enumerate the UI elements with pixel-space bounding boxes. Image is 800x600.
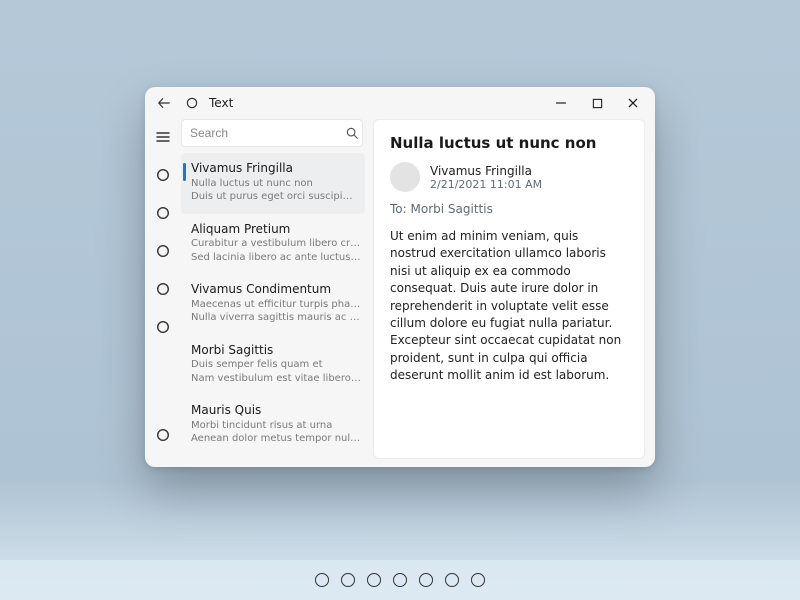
- taskbar-item[interactable]: [367, 573, 381, 587]
- minimize-button[interactable]: [543, 89, 579, 117]
- list-item-subtitle: Curabitur a vestibulum libero cras: [191, 237, 361, 251]
- app-window: Text: [145, 87, 655, 467]
- hamburger-icon[interactable]: [153, 127, 173, 147]
- message-list: Vivamus FringillaNulla luctus ut nunc no…: [181, 153, 371, 459]
- app-icon: [181, 92, 203, 114]
- taskbar-item[interactable]: [393, 573, 407, 587]
- nav-item-3[interactable]: [153, 241, 173, 261]
- nav-item-5[interactable]: [153, 317, 173, 337]
- detail-title: Nulla luctus ut nunc non: [390, 134, 628, 152]
- list-item[interactable]: Aliquam PretiumCurabitur a vestibulum li…: [181, 214, 371, 275]
- detail-body: Ut enim ad minim veniam, quis nostrud ex…: [390, 228, 628, 385]
- taskbar-item[interactable]: [315, 573, 329, 587]
- taskbar-item[interactable]: [445, 573, 459, 587]
- close-button[interactable]: [615, 89, 651, 117]
- list-item-preview: Aenean dolor metus tempor nulla ac dapib…: [191, 432, 361, 446]
- list-item[interactable]: Mauris QuisMorbi tincidunt risus at urna…: [181, 395, 371, 456]
- nav-item-1[interactable]: [153, 165, 173, 185]
- detail-to: To: Morbi Sagittis: [390, 202, 628, 216]
- list-item-title: Vivamus Condimentum: [191, 282, 361, 298]
- nav-rail: [145, 119, 181, 459]
- list-item-subtitle: Duis semper felis quam et: [191, 358, 361, 372]
- list-item-preview: Sed lacinia libero ac ante luctus nec in…: [191, 251, 361, 265]
- avatar: [390, 162, 420, 192]
- list-item-preview: Nulla viverra sagittis mauris ac convall…: [191, 311, 361, 325]
- list-item-preview: Nam vestibulum est vitae libero finibus …: [191, 372, 361, 386]
- list-item-title: Vivamus Fringilla: [191, 161, 355, 177]
- taskbar: [0, 560, 800, 600]
- search-field[interactable]: [181, 119, 363, 147]
- taskbar-item[interactable]: [419, 573, 433, 587]
- list-item-subtitle: Maecenas ut efficitur turpis phasellus: [191, 298, 361, 312]
- list-item[interactable]: Vivamus FringillaNulla luctus ut nunc no…: [181, 153, 365, 214]
- taskbar-item[interactable]: [341, 573, 355, 587]
- detail-pane: Nulla luctus ut nunc non Vivamus Fringil…: [373, 119, 645, 459]
- window-title: Text: [209, 96, 233, 110]
- list-item[interactable]: Nulla ErosCras sit amet velit anteEtiam …: [181, 456, 371, 459]
- list-item-subtitle: Nulla luctus ut nunc non: [191, 177, 355, 191]
- list-item-title: Mauris Quis: [191, 403, 361, 419]
- nav-item-4[interactable]: [153, 279, 173, 299]
- list-item-preview: Duis ut purus eget orci suscipit malesua…: [191, 190, 355, 204]
- search-input[interactable]: [190, 126, 345, 140]
- list-item[interactable]: Morbi SagittisDuis semper felis quam etN…: [181, 335, 371, 396]
- detail-sender: Vivamus Fringilla: [430, 164, 542, 178]
- list-item[interactable]: Vivamus CondimentumMaecenas ut efficitur…: [181, 274, 371, 335]
- list-item-subtitle: Morbi tincidunt risus at urna: [191, 419, 361, 433]
- list-item-title: Morbi Sagittis: [191, 343, 361, 359]
- detail-to-value: Morbi Sagittis: [411, 202, 493, 216]
- list-item-title: Aliquam Pretium: [191, 222, 361, 238]
- message-list-column: Vivamus FringillaNulla luctus ut nunc no…: [181, 119, 371, 459]
- nav-item-2[interactable]: [153, 203, 173, 223]
- nav-item-bottom[interactable]: [153, 425, 173, 445]
- detail-to-label: To:: [390, 202, 407, 216]
- titlebar: Text: [145, 87, 655, 119]
- search-icon: [345, 126, 359, 140]
- back-button[interactable]: [153, 92, 175, 114]
- detail-date: 2/21/2021 11:01 AM: [430, 178, 542, 191]
- taskbar-item[interactable]: [471, 573, 485, 587]
- maximize-button[interactable]: [579, 89, 615, 117]
